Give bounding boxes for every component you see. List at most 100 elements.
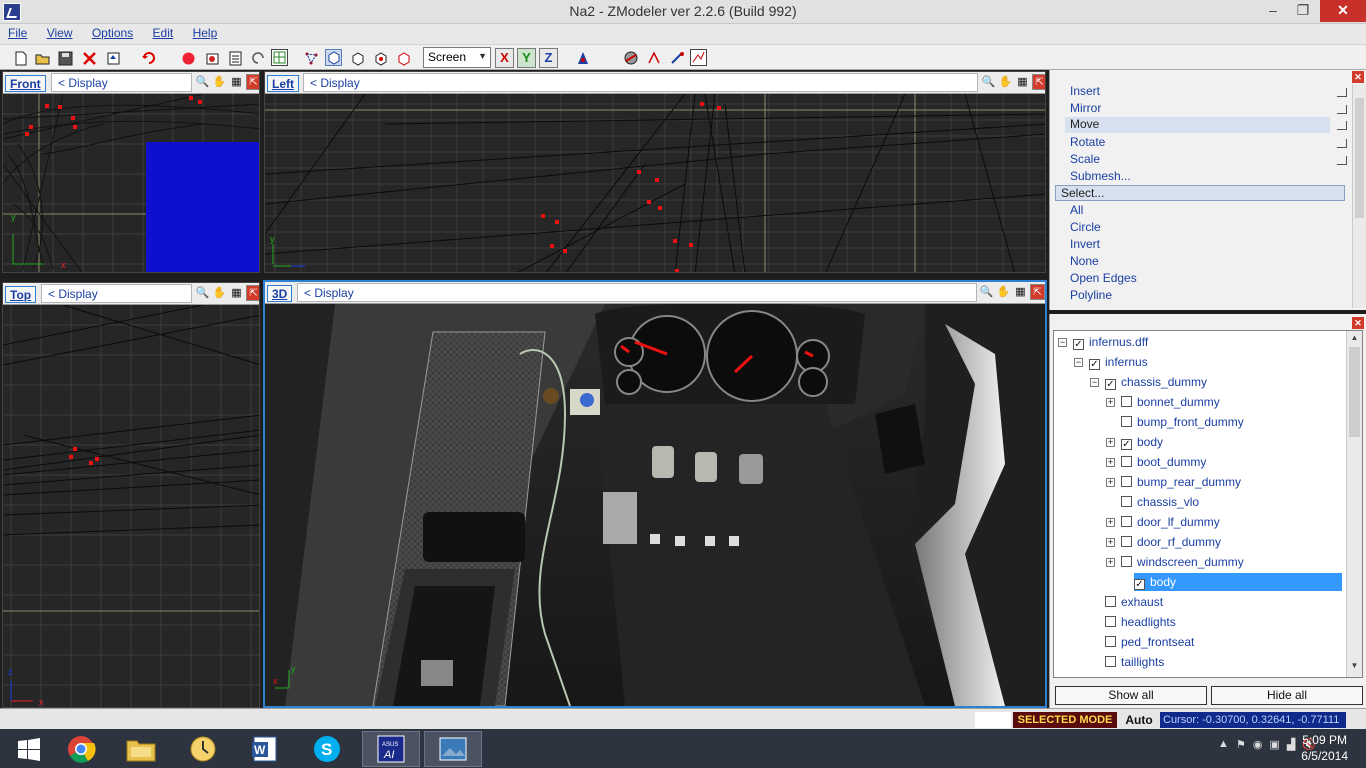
open-folder-icon[interactable] [33, 49, 50, 66]
grid-snap-icon[interactable] [271, 49, 288, 66]
coordinate-mode-select[interactable]: Screen ▼ [423, 47, 491, 68]
select-vertex-icon[interactable] [302, 49, 319, 66]
maximize-viewport-icon[interactable]: ⇱ [246, 74, 259, 90]
material-icon[interactable] [203, 49, 220, 66]
visibility-checkbox[interactable]: ✓ [1121, 439, 1132, 450]
expand-icon[interactable]: + [1106, 398, 1115, 407]
asus-icon[interactable]: ASUS AI [362, 731, 420, 767]
tree-node[interactable]: − ✓ chassis_dummy [1090, 373, 1207, 391]
hide-all-button[interactable]: Hide all [1211, 686, 1363, 705]
collapse-icon[interactable]: − [1090, 378, 1099, 387]
tree-node[interactable]: − ✓ infernus.dff [1058, 333, 1148, 351]
visibility-checkbox[interactable] [1121, 516, 1132, 527]
expand-icon[interactable]: + [1106, 538, 1115, 547]
tree-node[interactable]: exhaust [1090, 593, 1163, 611]
pan-hand-icon[interactable]: ✋ [996, 284, 1011, 300]
rotate-icon[interactable]: ▦ [229, 285, 244, 301]
top-viewport[interactable]: Top < Display 🔍 ✋ ▦ ⇱ z x [2, 282, 260, 708]
axis-x-toggle[interactable]: X [495, 48, 514, 68]
tree-node[interactable]: chassis_vlo [1106, 493, 1199, 511]
left-viewport[interactable]: Left < Display 🔍 ✋ ▦ ⇱ y [264, 71, 1046, 273]
tree-node[interactable]: + ✓ body [1106, 433, 1163, 451]
menu-help[interactable]: Help [185, 24, 226, 40]
tree-node[interactable]: − ✓ infernus [1074, 353, 1148, 371]
tool-rotate[interactable]: Rotate [1070, 135, 1347, 149]
visibility-checkbox[interactable] [1121, 456, 1132, 467]
left-viewport-label[interactable]: Left [267, 75, 299, 92]
tree-node[interactable]: ped_frontseat [1090, 633, 1194, 651]
file-explorer-icon[interactable] [112, 731, 170, 767]
tree-node[interactable]: + windscreen_dummy [1106, 553, 1244, 571]
antivirus-icon[interactable]: ◉ [1253, 738, 1263, 751]
record-icon[interactable] [179, 49, 196, 66]
select-circle[interactable]: Circle [1070, 220, 1101, 234]
visibility-checkbox[interactable] [1105, 636, 1116, 647]
visibility-checkbox[interactable] [1121, 396, 1132, 407]
tree-scrollbar[interactable]: ▲ ▼ [1346, 331, 1362, 677]
skype-icon[interactable]: S [298, 731, 356, 767]
menu-edit[interactable]: Edit [145, 24, 182, 40]
tree-node[interactable]: + door_lf_dummy [1106, 513, 1220, 531]
tweak-icon[interactable] [668, 49, 685, 66]
power-icon[interactable]: ▣ [1269, 738, 1279, 751]
expand-icon[interactable]: + [1106, 458, 1115, 467]
select-all[interactable]: All [1070, 203, 1083, 217]
rotate-icon[interactable]: ▦ [1013, 284, 1028, 300]
tool-move[interactable]: Move [1065, 117, 1347, 133]
import-icon[interactable] [104, 49, 121, 66]
tree-node[interactable]: + door_rf_dummy [1106, 533, 1221, 551]
scrollbar-thumb[interactable] [1355, 98, 1364, 218]
tray-expand-icon[interactable]: ▲ [1218, 738, 1229, 751]
tool-submesh[interactable]: Submesh... [1070, 169, 1131, 183]
select-object-icon[interactable] [325, 49, 342, 66]
windows-start-icon[interactable] [0, 731, 58, 767]
select-open-edges[interactable]: Open Edges [1070, 271, 1137, 285]
network-icon[interactable]: ▟ [1287, 738, 1295, 751]
tree-node[interactable]: + bump_rear_dummy [1106, 473, 1241, 491]
maximize-viewport-icon[interactable]: ⇱ [246, 285, 259, 301]
menu-view[interactable]: View [39, 24, 81, 40]
word-icon[interactable]: W [236, 731, 294, 767]
tree-node[interactable]: + bonnet_dummy [1106, 393, 1220, 411]
undo-icon[interactable] [140, 49, 157, 66]
front-viewport-label[interactable]: Front [5, 75, 46, 92]
maximize-viewport-icon[interactable]: ⇱ [1030, 284, 1045, 300]
scroll-down-icon[interactable]: ▼ [1347, 661, 1362, 675]
selection-mode-indicator[interactable]: SELECTED MODE [1013, 712, 1117, 728]
3d-viewport[interactable]: 3D < Display 🔍 ✋ ▦ ⇱ x y [263, 280, 1047, 708]
select-element-icon[interactable] [372, 49, 389, 66]
visibility-checkbox[interactable]: ✓ [1089, 359, 1100, 370]
collapse-icon[interactable]: − [1074, 358, 1083, 367]
show-all-button[interactable]: Show all [1055, 686, 1207, 705]
visibility-checkbox[interactable] [1121, 416, 1132, 427]
top-display-menu[interactable]: < Display [41, 284, 192, 303]
front-display-menu[interactable]: < Display [51, 73, 192, 92]
visibility-checkbox[interactable]: ✓ [1073, 339, 1084, 350]
zoom-icon[interactable]: 🔍 [195, 285, 210, 301]
zoom-icon[interactable]: 🔍 [979, 284, 994, 300]
scrollbar-thumb[interactable] [1349, 347, 1360, 437]
auto-indicator[interactable]: Auto [1121, 712, 1157, 728]
visibility-checkbox[interactable]: ✓ [1134, 579, 1145, 590]
uv-mapper-icon[interactable] [690, 49, 707, 66]
visibility-checkbox[interactable] [1121, 496, 1132, 507]
photos-icon[interactable] [424, 731, 482, 767]
left-viewport-canvas[interactable]: y [265, 94, 1045, 272]
close-icon[interactable]: ✕ [1352, 317, 1364, 329]
front-viewport[interactable]: Front < Display 🔍 ✋ ▦ ⇱ y x [2, 71, 260, 273]
tool-insert[interactable]: Insert [1070, 84, 1347, 98]
tool-mirror[interactable]: Mirror [1070, 101, 1347, 115]
visibility-checkbox[interactable] [1105, 596, 1116, 607]
mapping-icon[interactable] [645, 49, 662, 66]
menu-file[interactable]: File [0, 24, 35, 40]
visibility-checkbox[interactable] [1121, 536, 1132, 547]
save-icon[interactable] [56, 49, 73, 66]
redo-icon[interactable] [248, 49, 265, 66]
select-invert[interactable]: Invert [1070, 237, 1100, 251]
top-viewport-label[interactable]: Top [5, 286, 37, 303]
tree-node[interactable]: taillights [1090, 653, 1164, 671]
axis-z-toggle[interactable]: Z [539, 48, 558, 68]
3d-display-menu[interactable]: < Display [297, 283, 977, 302]
expand-icon[interactable]: + [1106, 558, 1115, 567]
maximize-button[interactable]: ❐ [1288, 0, 1318, 22]
